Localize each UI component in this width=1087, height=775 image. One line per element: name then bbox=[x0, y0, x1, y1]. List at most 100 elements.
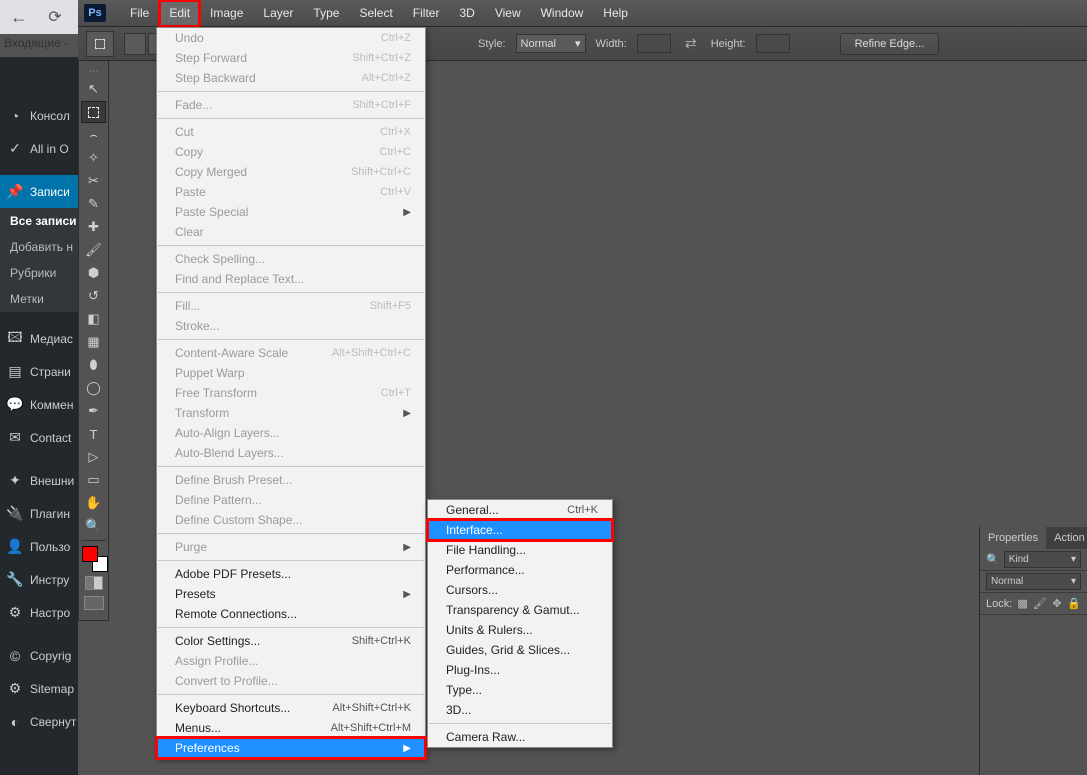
pen-tool-icon[interactable]: ✒ bbox=[81, 400, 106, 422]
sidebar-item-1[interactable]: ✓All in O bbox=[0, 132, 78, 165]
menu-help[interactable]: Help bbox=[593, 0, 638, 27]
marquee-tool-icon[interactable] bbox=[81, 101, 106, 123]
browser-back-button[interactable]: ← bbox=[6, 4, 32, 30]
edit-menu-item-keyboard-shortcuts-[interactable]: Keyboard Shortcuts...Alt+Shift+Ctrl+K bbox=[157, 698, 425, 718]
actions-tab[interactable]: Action bbox=[1046, 527, 1087, 549]
crop-tool-icon[interactable]: ✂ bbox=[81, 170, 106, 192]
menu-item-label: Define Brush Preset... bbox=[175, 473, 292, 487]
menu-icon: ◐ bbox=[6, 714, 24, 730]
edit-menu-item-adobe-pdf-presets-[interactable]: Adobe PDF Presets... bbox=[157, 564, 425, 584]
menu-edit[interactable]: Edit bbox=[159, 0, 200, 27]
sidebar-item-rest-9[interactable]: ©Copyrig bbox=[0, 639, 78, 672]
sidebar-item-rest-2[interactable]: 💬Коммен bbox=[0, 388, 78, 421]
sidebar-item-rest-11[interactable]: ◐Свернут bbox=[0, 705, 78, 738]
pref-menu-item-3d-[interactable]: 3D... bbox=[428, 700, 612, 720]
blend-mode-select[interactable]: Normal▾ bbox=[986, 573, 1081, 590]
hand-tool-icon[interactable]: ✋ bbox=[81, 492, 106, 514]
sidebar-sub-2[interactable]: Рубрики bbox=[0, 260, 78, 286]
sidebar-item-0[interactable]: ◔Консол bbox=[0, 99, 78, 132]
pref-menu-item-general-[interactable]: General...Ctrl+K bbox=[428, 500, 612, 520]
active-tool-icon[interactable] bbox=[86, 31, 114, 57]
pref-menu-item-type-[interactable]: Type... bbox=[428, 680, 612, 700]
move-tool-icon[interactable]: ↖ bbox=[81, 78, 106, 100]
sidebar-item-rest-7[interactable]: 🔧Инстру bbox=[0, 563, 78, 596]
sidebar-sub-1[interactable]: Добавить н bbox=[0, 234, 78, 260]
sidebar-item-rest-1[interactable]: ▤Страни bbox=[0, 355, 78, 388]
eraser-tool-icon[interactable]: ◧ bbox=[81, 308, 106, 330]
history-brush-tool-icon[interactable]: ↺ bbox=[81, 285, 106, 307]
edit-menu-item-remote-connections-[interactable]: Remote Connections... bbox=[157, 604, 425, 624]
brush-tool-icon[interactable]: 🖌 bbox=[81, 239, 106, 261]
sidebar-item-rest-8[interactable]: ⚙Настро bbox=[0, 596, 78, 629]
menu-file[interactable]: File bbox=[120, 0, 159, 27]
lock-all-icon[interactable]: 🔒 bbox=[1067, 597, 1081, 611]
menu-3d[interactable]: 3D bbox=[449, 0, 484, 27]
foreground-color-swatch[interactable] bbox=[82, 546, 98, 562]
menu-window[interactable]: Window bbox=[531, 0, 594, 27]
tool-panel-handle[interactable]: ⋯ bbox=[79, 65, 108, 77]
pref-menu-item-transparency-gamut-[interactable]: Transparency & Gamut... bbox=[428, 600, 612, 620]
magic-wand-tool-icon[interactable]: ✧ bbox=[81, 147, 106, 169]
menu-view[interactable]: View bbox=[485, 0, 531, 27]
clone-stamp-tool-icon[interactable]: ⬢ bbox=[81, 262, 106, 284]
pref-menu-item-file-handling-[interactable]: File Handling... bbox=[428, 540, 612, 560]
sidebar-item-posts[interactable]: 📌Записи bbox=[0, 175, 78, 208]
eyedropper-tool-icon[interactable]: ✎ bbox=[81, 193, 106, 215]
pref-menu-item-cursors-[interactable]: Cursors... bbox=[428, 580, 612, 600]
zoom-tool-icon[interactable]: 🔍 bbox=[81, 515, 106, 537]
sidebar-item-rest-4[interactable]: ✦Внешни bbox=[0, 464, 78, 497]
pref-menu-item-camera-raw-[interactable]: Camera Raw... bbox=[428, 727, 612, 747]
edit-menu-separator bbox=[158, 560, 424, 561]
edit-menu-item-preferences[interactable]: Preferences▶ bbox=[157, 738, 425, 758]
type-tool-icon[interactable]: T bbox=[81, 423, 106, 445]
edit-menu-item-presets[interactable]: Presets▶ bbox=[157, 584, 425, 604]
quick-mask-toggle-icon[interactable] bbox=[85, 576, 103, 590]
sidebar-item-rest-5[interactable]: 🔌Плагин bbox=[0, 497, 78, 530]
healing-brush-tool-icon[interactable]: ✚ bbox=[81, 216, 106, 238]
color-swatches[interactable] bbox=[80, 544, 108, 572]
kind-select[interactable]: Kind▾ bbox=[1004, 551, 1081, 568]
pref-menu-item-units-rulers-[interactable]: Units & Rulers... bbox=[428, 620, 612, 640]
sidebar-item-rest-3[interactable]: ✉Contact bbox=[0, 421, 78, 454]
edit-menu-item-color-settings-[interactable]: Color Settings...Shift+Ctrl+K bbox=[157, 631, 425, 651]
edit-menu-item-menus-[interactable]: Menus...Alt+Shift+Ctrl+M bbox=[157, 718, 425, 738]
sidebar-item-rest-6[interactable]: 👤Пользо bbox=[0, 530, 78, 563]
path-selection-tool-icon[interactable]: ▷ bbox=[81, 446, 106, 468]
shortcut-label: Ctrl+V bbox=[380, 186, 411, 198]
lasso-tool-icon[interactable]: ⌢ bbox=[81, 124, 106, 146]
style-select[interactable]: Normal▾ bbox=[516, 34, 586, 53]
sidebar-item-label: All in O bbox=[30, 142, 69, 156]
lock-position-icon[interactable]: ✥ bbox=[1051, 597, 1064, 611]
lock-transparency-icon[interactable]: ▩ bbox=[1016, 597, 1029, 611]
properties-tab[interactable]: Properties bbox=[980, 527, 1046, 549]
selection-mode-new-icon[interactable] bbox=[124, 33, 146, 55]
menu-filter[interactable]: Filter bbox=[403, 0, 450, 27]
refine-edge-button[interactable]: Refine Edge... bbox=[840, 33, 940, 55]
pref-menu-item-guides-grid-slices-[interactable]: Guides, Grid & Slices... bbox=[428, 640, 612, 660]
pref-menu-item-interface-[interactable]: Interface... bbox=[428, 520, 612, 540]
browser-reload-button[interactable]: ⟳ bbox=[42, 4, 68, 30]
rectangle-tool-icon[interactable]: ▭ bbox=[81, 469, 106, 491]
edit-menu-item-paste-special: Paste Special▶ bbox=[157, 202, 425, 222]
lock-brush-icon[interactable]: 🖌 bbox=[1033, 597, 1047, 611]
dodge-tool-icon[interactable]: ◯ bbox=[81, 377, 106, 399]
pref-menu-item-performance-[interactable]: Performance... bbox=[428, 560, 612, 580]
menu-type[interactable]: Type bbox=[303, 0, 349, 27]
sidebar-item-rest-0[interactable]: 🖾Медиас bbox=[0, 322, 78, 355]
sidebar-item-rest-10[interactable]: ⚙Sitemap bbox=[0, 672, 78, 705]
menu-select[interactable]: Select bbox=[349, 0, 402, 27]
pref-menu-item-plug-ins-[interactable]: Plug-Ins... bbox=[428, 660, 612, 680]
gradient-tool-icon[interactable]: ▦ bbox=[81, 331, 106, 353]
menu-image[interactable]: Image bbox=[200, 0, 253, 27]
screen-mode-icon[interactable] bbox=[84, 596, 104, 610]
width-input[interactable] bbox=[637, 34, 671, 53]
menu-layer[interactable]: Layer bbox=[253, 0, 303, 27]
sidebar-item-label: Консол bbox=[30, 109, 70, 123]
swap-dimensions-icon[interactable]: ⇄ bbox=[681, 35, 701, 52]
height-input[interactable] bbox=[756, 34, 790, 53]
edit-menu-separator bbox=[158, 118, 424, 119]
sidebar-sub-0[interactable]: Все записи bbox=[0, 208, 78, 234]
sidebar-sub-3[interactable]: Метки bbox=[0, 286, 78, 312]
menu-item-label: Remote Connections... bbox=[175, 607, 297, 621]
blur-tool-icon[interactable]: ⬮ bbox=[81, 354, 106, 376]
